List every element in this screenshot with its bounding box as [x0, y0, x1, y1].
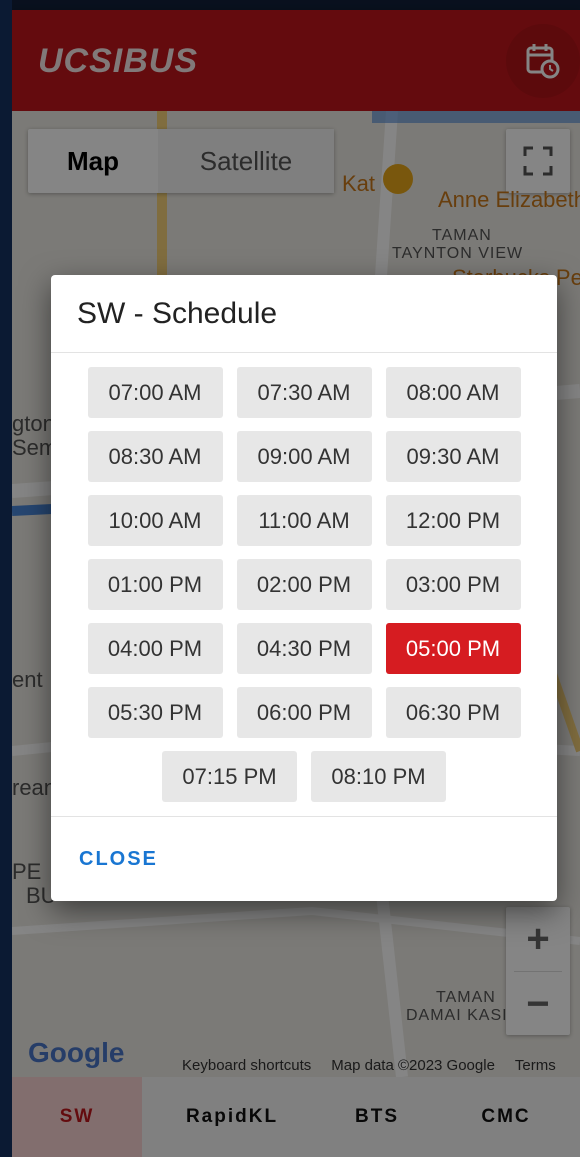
time-row: 07:00 AM 07:30 AM 08:00 AM	[51, 367, 557, 418]
time-row: 01:00 PM 02:00 PM 03:00 PM	[51, 559, 557, 610]
time-slot-button[interactable]: 02:00 PM	[236, 559, 372, 610]
time-slot-button[interactable]: 05:30 PM	[87, 687, 223, 738]
time-slot-button[interactable]: 07:00 AM	[87, 367, 223, 418]
time-slot-button[interactable]: 04:00 PM	[87, 623, 223, 674]
time-slot-button[interactable]: 09:00 AM	[236, 431, 372, 482]
time-slot-button[interactable]: 08:00 AM	[385, 367, 521, 418]
time-slot-button[interactable]: 03:00 PM	[385, 559, 521, 610]
time-slot-button[interactable]: 07:15 PM	[162, 751, 297, 802]
time-slot-button[interactable]: 05:00 PM	[385, 623, 521, 674]
time-slot-button[interactable]: 08:10 PM	[311, 751, 446, 802]
time-row: 04:00 PM 04:30 PM 05:00 PM	[51, 623, 557, 674]
dialog-divider-top	[51, 352, 557, 353]
time-slot-button[interactable]: 01:00 PM	[87, 559, 223, 610]
time-slot-button[interactable]: 04:30 PM	[236, 623, 372, 674]
time-slot-button[interactable]: 07:30 AM	[236, 367, 372, 418]
time-row: 08:30 AM 09:00 AM 09:30 AM	[51, 431, 557, 482]
time-slot-button[interactable]: 10:00 AM	[87, 495, 223, 546]
time-slot-button[interactable]: 12:00 PM	[385, 495, 521, 546]
time-slot-button[interactable]: 09:30 AM	[385, 431, 521, 482]
time-slot-button[interactable]: 08:30 AM	[87, 431, 223, 482]
time-row: 10:00 AM 11:00 AM 12:00 PM	[51, 495, 557, 546]
dialog-divider-bottom	[51, 816, 557, 817]
time-slot-button[interactable]: 06:30 PM	[385, 687, 521, 738]
close-button[interactable]: CLOSE	[79, 848, 158, 871]
time-grid: 07:00 AM 07:30 AM 08:00 AM 08:30 AM 09:00 AM…	[51, 367, 557, 815]
time-row: 07:15 PM 08:10 PM	[51, 751, 557, 802]
time-slot-button[interactable]: 06:00 PM	[236, 687, 372, 738]
schedule-dialog: SW - Schedule 07:00 AM 07:30 AM 08:00 AM 08…	[51, 275, 557, 901]
time-row: 05:30 PM 06:00 PM 06:30 PM	[51, 687, 557, 738]
dialog-title: SW - Schedule	[77, 297, 278, 330]
app-frame: UCSIBUS Map Satellite Kat Anne Elizabeth…	[12, 0, 580, 1157]
time-slot-button[interactable]: 11:00 AM	[236, 495, 372, 546]
